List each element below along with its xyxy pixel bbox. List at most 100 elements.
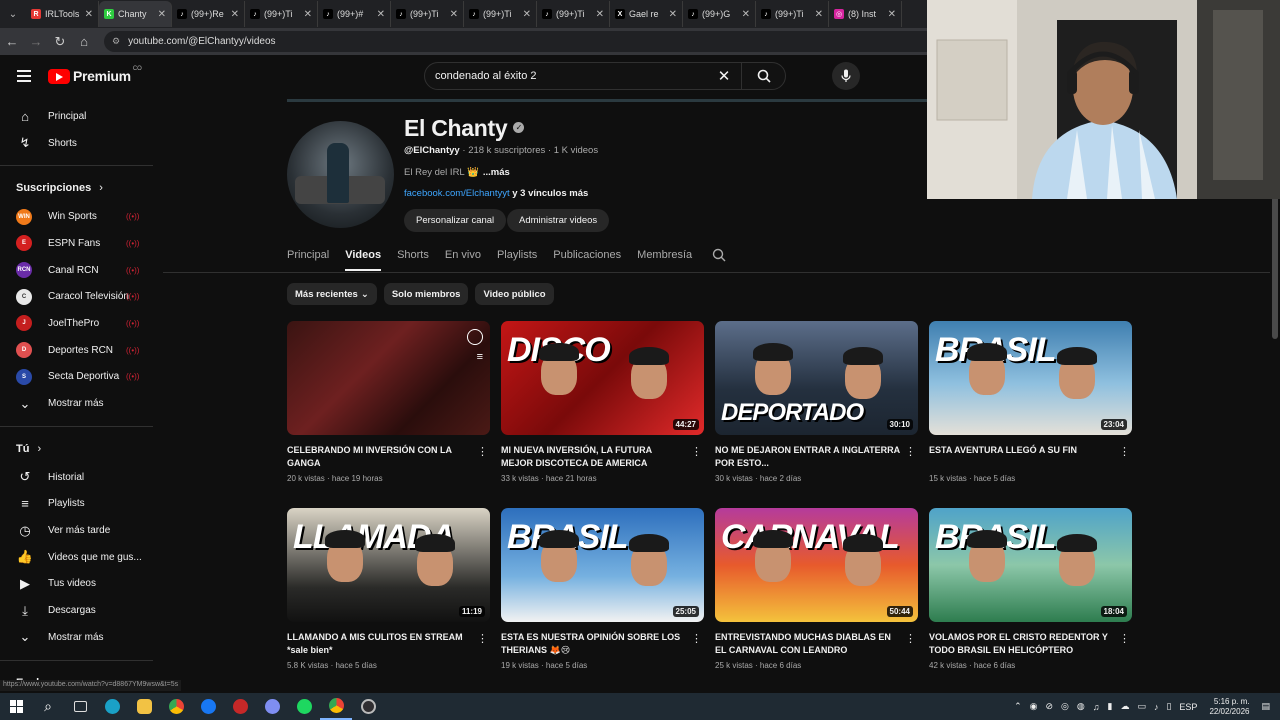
video-card[interactable]: DISCO44:27 MI NUEVA INVERSIÓN, LA FUTURA … xyxy=(501,321,704,483)
address-bar[interactable]: ⚙ youtube.com/@ElChantyy/videos xyxy=(104,31,944,52)
browser-tab[interactable]: ◎ (8) Inst ✕ xyxy=(829,1,902,27)
forward-icon[interactable]: → xyxy=(24,34,48,49)
tab-close-icon[interactable]: ✕ xyxy=(158,9,166,20)
search-box[interactable]: condenado al éxito 2 ✕ xyxy=(424,62,786,90)
watch-later-icon[interactable] xyxy=(467,329,483,345)
tray-app-icon[interactable]: ◉ xyxy=(1030,701,1038,712)
battery-icon[interactable]: ▯ xyxy=(1166,701,1171,712)
file-explorer-icon[interactable] xyxy=(128,693,160,720)
sidebar-item-you[interactable]: ▶ Tus videos xyxy=(0,571,155,598)
back-icon[interactable]: ← xyxy=(0,34,24,49)
browser-tab[interactable]: ♪ (99+)Ti ✕ xyxy=(391,1,464,27)
tab-close-icon[interactable]: ✕ xyxy=(523,9,531,20)
browser-tab[interactable]: R IRLTools ✕ xyxy=(26,1,99,27)
subscription-item[interactable]: D Deportes RCN ((•)) xyxy=(0,337,155,364)
you-header[interactable]: Tú › xyxy=(0,434,155,464)
video-card[interactable]: LLAMADA 11:19 LLAMANDO A MIS CULITOS EN ST… xyxy=(287,508,490,670)
tab-close-icon[interactable]: ✕ xyxy=(815,9,823,20)
video-card[interactable]: BRASIL18:04 VOLAMOS POR EL CRISTO REDENTO… xyxy=(929,508,1132,670)
video-thumbnail[interactable]: CARNAVAL 50:44 xyxy=(715,508,918,622)
taskbar-clock[interactable]: 5:16 p. m. 22/02/2026 xyxy=(1209,697,1249,717)
more-actions-icon[interactable]: ⋮ xyxy=(905,632,916,645)
sidebar-item-you[interactable]: ≡ Playlists xyxy=(0,491,155,518)
sidebar-item-you[interactable]: ↺ Historial xyxy=(0,464,155,491)
browser-tab[interactable]: ♪ (99+)G ✕ xyxy=(683,1,756,27)
site-info-icon[interactable]: ⚙ xyxy=(112,36,120,47)
more-actions-icon[interactable]: ⋮ xyxy=(691,632,702,645)
subscription-item[interactable]: E ESPN Fans ((•)) xyxy=(0,230,155,257)
tab-close-icon[interactable]: ✕ xyxy=(596,9,604,20)
subscription-item[interactable]: RCN Canal RCN ((•)) xyxy=(0,257,155,284)
more-links[interactable]: y 3 vínculos más xyxy=(512,188,588,199)
channel-tab[interactable]: En vivo xyxy=(445,249,481,271)
subscriptions-header[interactable]: Suscripciones › xyxy=(0,173,155,203)
filter-chip[interactable]: Más recientes ⌄ xyxy=(287,283,377,305)
clear-search-icon[interactable]: ✕ xyxy=(707,67,741,85)
video-title[interactable]: ESTA ES NUESTRA OPINIÓN SOBRE LOS THERIA… xyxy=(501,631,704,657)
volume-icon[interactable]: ♪ xyxy=(1154,702,1159,712)
video-thumbnail[interactable]: BRASIL23:04 xyxy=(929,321,1132,435)
tab-close-icon[interactable]: ✕ xyxy=(669,9,677,20)
language-indicator[interactable]: ESP xyxy=(1179,702,1197,712)
channel-tab[interactable]: Videos xyxy=(345,249,381,271)
video-title[interactable]: LLAMANDO A MIS CULITOS EN STREAM *sale b… xyxy=(287,631,490,657)
video-thumbnail[interactable]: DISCO44:27 xyxy=(501,321,704,435)
more-actions-icon[interactable]: ⋮ xyxy=(691,445,702,458)
video-card[interactable]: ≡ CELEBRANDO MI INVERSIÓN CON LA GANGA 20 … xyxy=(287,321,490,483)
video-title[interactable]: ESTA AVENTURA LLEGÓ A SU FIN xyxy=(929,444,1132,470)
sidebar-item-principal[interactable]: ⌂ Principal xyxy=(0,103,155,130)
more-actions-icon[interactable]: ⋮ xyxy=(477,632,488,645)
reload-icon[interactable]: ↻ xyxy=(48,34,72,50)
sidebar-item-shorts[interactable]: ↯ Shorts xyxy=(0,130,155,157)
video-title[interactable]: MI NUEVA INVERSIÓN, LA FUTURA MEJOR DISC… xyxy=(501,444,704,470)
video-title[interactable]: VOLAMOS POR EL CRISTO REDENTOR Y TODO BR… xyxy=(929,631,1132,657)
you-show-more[interactable]: ⌄ Mostrar más xyxy=(0,624,155,651)
more-actions-icon[interactable]: ⋮ xyxy=(905,445,916,458)
edge-icon[interactable] xyxy=(96,693,128,720)
channel-search-icon[interactable] xyxy=(712,248,726,262)
tab-close-icon[interactable]: ✕ xyxy=(450,9,458,20)
sidebar-item-you[interactable]: 👍 Videos que me gus... xyxy=(0,544,155,571)
subscription-item[interactable]: J JoelThePro ((•)) xyxy=(0,310,155,337)
filter-chip[interactable]: Video público xyxy=(475,283,554,305)
video-thumbnail[interactable]: BRASIL18:04 xyxy=(929,508,1132,622)
youtube-premium-logo[interactable]: Premium CO xyxy=(48,66,142,84)
channel-link[interactable]: facebook.com/Elchantyyt xyxy=(404,188,510,199)
tab-close-icon[interactable]: ✕ xyxy=(231,9,239,20)
video-card[interactable]: BRASIL23:04 ESTA AVENTURA LLEGÓ A SU FIN 1… xyxy=(929,321,1132,483)
chrome-active-icon[interactable] xyxy=(320,693,352,720)
subscription-item[interactable]: WIN Win Sports ((•)) xyxy=(0,203,155,230)
task-view-icon[interactable] xyxy=(64,693,96,720)
video-thumbnail[interactable]: BRASIL25:05 xyxy=(501,508,704,622)
chrome-icon[interactable] xyxy=(160,693,192,720)
menu-icon[interactable] xyxy=(17,70,31,82)
video-card[interactable]: CARNAVAL 50:44 ENTREVISTANDO MUCHAS DIABLA… xyxy=(715,508,918,670)
video-thumbnail[interactable]: LLAMADA 11:19 xyxy=(287,508,490,622)
start-button[interactable] xyxy=(0,693,32,720)
tab-search-chevron-icon[interactable]: ⌄ xyxy=(0,0,26,28)
subscriptions-show-more[interactable]: ⌄ Mostrar más xyxy=(0,390,155,417)
app-red-icon[interactable] xyxy=(224,693,256,720)
voice-search-button[interactable] xyxy=(832,62,860,90)
channel-tab[interactable]: Shorts xyxy=(397,249,429,271)
home-icon[interactable]: ⌂ xyxy=(72,34,96,49)
tab-close-icon[interactable]: ✕ xyxy=(888,9,896,20)
more-actions-icon[interactable]: ⋮ xyxy=(477,445,488,458)
tray-chevron-icon[interactable]: ⌃ xyxy=(1014,701,1022,712)
more-actions-icon[interactable]: ⋮ xyxy=(1119,632,1130,645)
browser-tab[interactable]: ♪ (99+)Ti ✕ xyxy=(245,1,318,27)
browser-tab[interactable]: ♪ (99+)Re ✕ xyxy=(172,1,245,27)
more-actions-icon[interactable]: ⋮ xyxy=(1119,445,1130,458)
tab-close-icon[interactable]: ✕ xyxy=(304,9,312,20)
tray-headset-icon[interactable]: ♫ xyxy=(1093,702,1100,712)
subscription-item[interactable]: C Caracol Televisión ((•)) xyxy=(0,283,155,310)
sidebar-item-you[interactable]: ◷ Ver más tarde xyxy=(0,517,155,544)
manage-videos-button[interactable]: Administrar videos xyxy=(507,209,610,232)
video-card[interactable]: BRASIL25:05 ESTA ES NUESTRA OPINIÓN SOBRE… xyxy=(501,508,704,670)
search-input[interactable]: condenado al éxito 2 xyxy=(435,70,707,82)
channel-tab[interactable]: Playlists xyxy=(497,249,537,271)
spotify-icon[interactable] xyxy=(288,693,320,720)
browser-tab[interactable]: ♪ (99+)Ti ✕ xyxy=(537,1,610,27)
channel-tab[interactable]: Principal xyxy=(287,249,329,271)
video-title[interactable]: CELEBRANDO MI INVERSIÓN CON LA GANGA xyxy=(287,444,490,470)
